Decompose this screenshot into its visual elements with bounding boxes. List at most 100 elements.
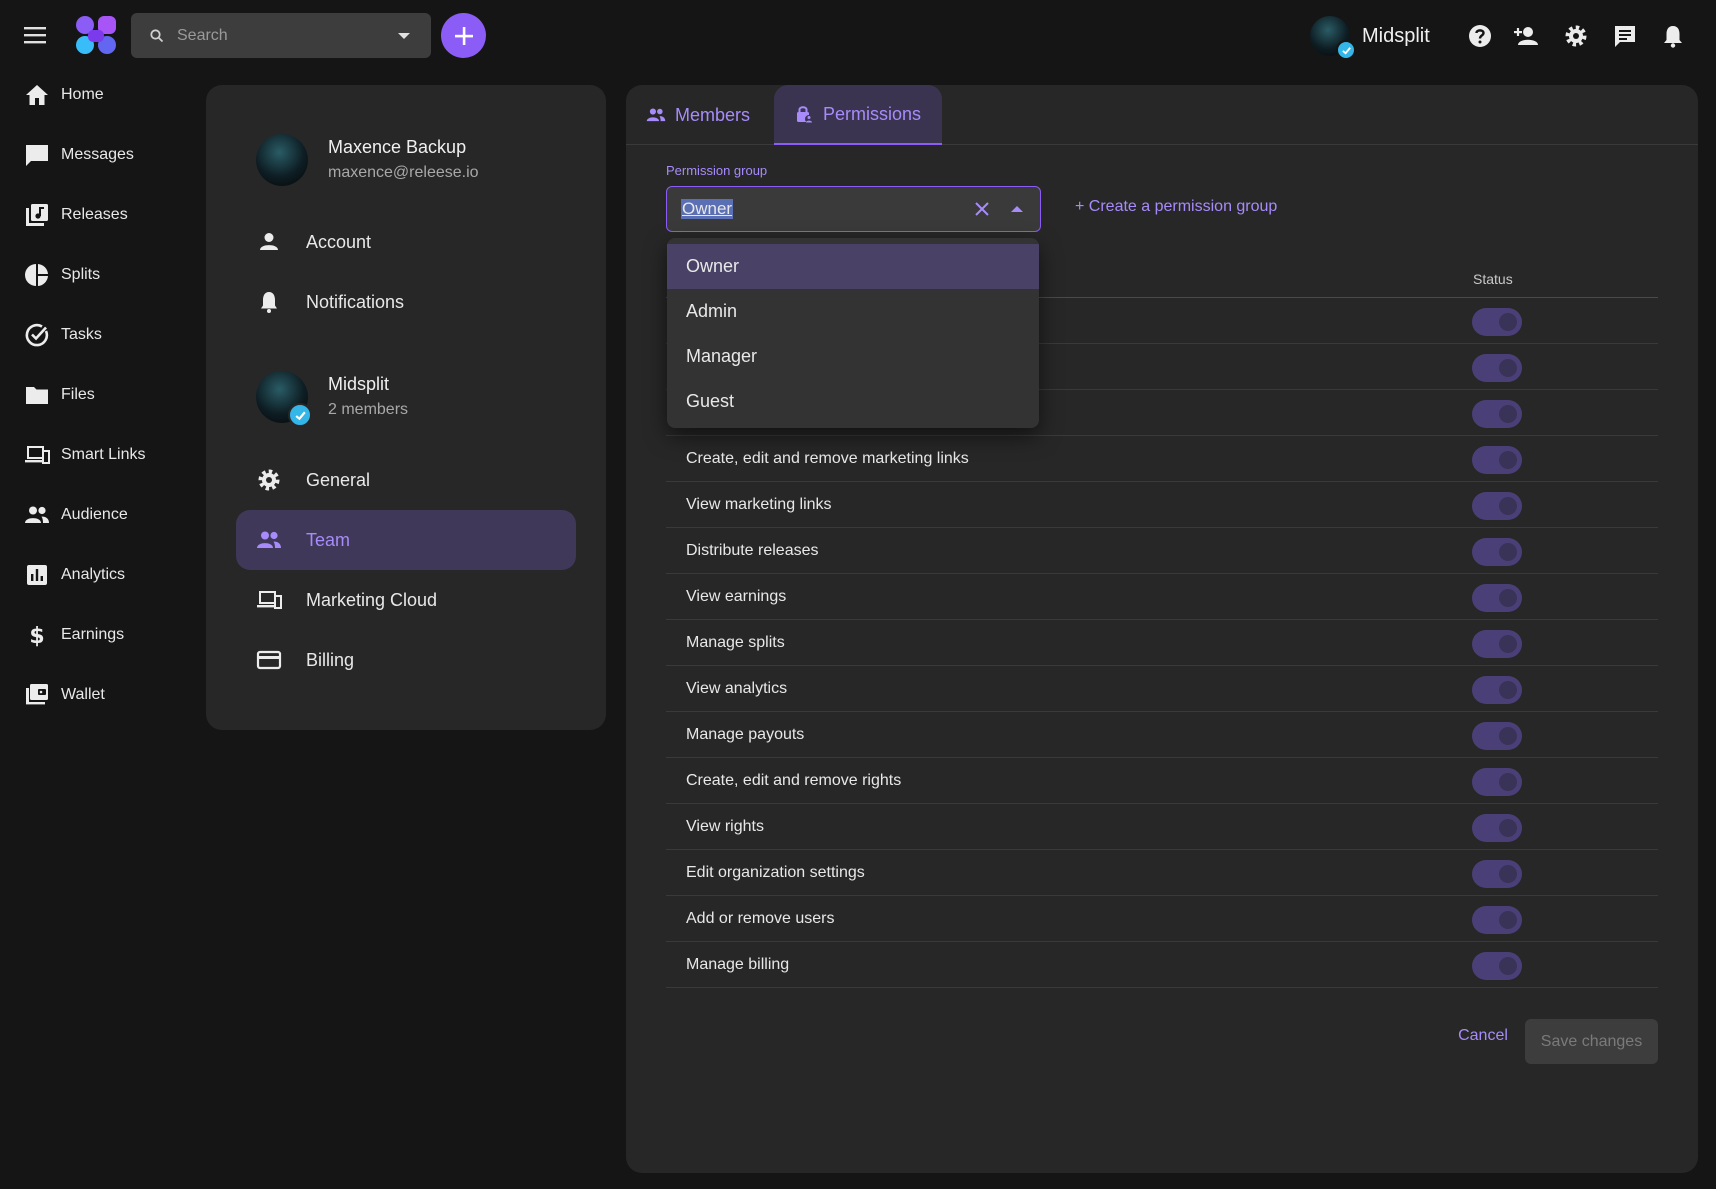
permission-toggle[interactable] [1472,354,1522,382]
nav-label: Messages [61,146,134,163]
bell-icon[interactable] [1660,23,1686,49]
library-music-icon [26,204,48,226]
permission-toggle[interactable] [1472,906,1522,934]
dropdown-option-guest[interactable]: Guest [667,379,1039,424]
settings-item-account[interactable]: Account [236,212,576,272]
table-row: Manage payouts [666,712,1658,758]
permission-label: Edit organization settings [686,864,865,881]
nav-item-wallet[interactable]: Wallet [24,675,194,715]
search-input[interactable]: Search [131,13,431,58]
close-icon[interactable] [972,199,992,219]
permission-toggle[interactable] [1472,446,1522,474]
nav-item-releases[interactable]: Releases [24,195,194,235]
permission-toggle[interactable] [1472,814,1522,842]
plus-icon [454,26,473,45]
permission-label: Create, edit and remove marketing links [686,450,969,467]
tab-members[interactable]: Members [646,85,778,145]
gear-icon [258,469,280,491]
settings-item-billing[interactable]: Billing [236,630,576,690]
settings-item-general[interactable]: General [236,450,576,510]
permission-toggle[interactable] [1472,768,1522,796]
user-email: maxence@releese.io [328,164,479,181]
search-placeholder: Search [177,26,228,44]
permission-toggle[interactable] [1472,952,1522,980]
permission-toggle[interactable] [1472,400,1522,428]
nav-label: Earnings [61,626,125,643]
nav-item-earnings[interactable]: $ Earnings [24,615,194,655]
table-row: View earnings [666,574,1658,620]
table-row: Manage splits [666,620,1658,666]
add-button[interactable] [441,13,486,58]
app-logo[interactable] [74,14,118,56]
permission-group-select[interactable]: Owner [666,186,1041,232]
chat-icon [26,145,48,166]
dropdown-option-owner[interactable]: Owner [667,244,1039,289]
org-profile: Midsplit 2 members [256,371,409,427]
verified-icon [288,403,312,427]
org-name: Midsplit [1362,24,1430,47]
permission-toggle[interactable] [1472,630,1522,658]
nav-item-messages[interactable]: Messages [24,135,194,175]
dropdown-option-admin[interactable]: Admin [667,289,1039,334]
settings-item-team[interactable]: Team [236,510,576,570]
settings-item-marketing-cloud[interactable]: Marketing Cloud [236,570,576,630]
tab-bar: Members Permissions [626,85,1698,145]
permission-toggle[interactable] [1472,538,1522,566]
menu-icon[interactable] [22,22,50,48]
nav-item-smart-links[interactable]: Smart Links [24,435,194,475]
permission-toggle[interactable] [1472,492,1522,520]
nav-item-tasks[interactable]: Tasks [24,315,194,355]
devices-icon [257,591,282,609]
permission-toggle[interactable] [1472,722,1522,750]
permission-toggle[interactable] [1472,676,1522,704]
permission-label: Manage splits [686,634,785,651]
check-circle-icon [25,323,49,347]
table-row: View rights [666,804,1658,850]
top-bar: Search Midsplit [0,0,1716,70]
person-icon [260,233,278,250]
nav-item-files[interactable]: Files [24,375,194,415]
permission-toggle[interactable] [1472,584,1522,612]
nav-label: Analytics [61,566,126,583]
nav-label: Releases [61,206,128,223]
nav-label: Files [61,386,95,403]
bell-icon [261,292,277,313]
permission-group-value[interactable]: Owner [681,199,734,219]
nav-label: Audience [61,506,128,523]
cancel-button[interactable]: Cancel [1448,1018,1518,1054]
table-row: View analytics [666,666,1658,712]
verified-icon [1336,40,1356,60]
gear-icon[interactable] [1563,23,1589,49]
settings-item-notifications[interactable]: Notifications [236,272,576,332]
org-avatar [256,371,312,427]
help-icon[interactable] [1467,23,1493,49]
org-switcher[interactable]: Midsplit [1310,13,1430,60]
nav-item-audience[interactable]: Audience [24,495,194,535]
nav-item-analytics[interactable]: Analytics [24,555,194,595]
permission-label: View analytics [686,680,788,697]
caret-up-icon[interactable] [1008,200,1026,218]
permission-label: View marketing links [686,496,832,513]
create-permission-group-link[interactable]: + Create a permission group [1075,198,1277,216]
permission-toggle[interactable] [1472,860,1522,888]
settings-item-label: Account [306,231,372,252]
tab-permissions[interactable]: Permissions [774,85,942,145]
search-icon [150,28,164,42]
tab-label: Members [675,104,751,125]
caret-down-icon[interactable] [397,29,411,43]
settings-item-label: General [306,469,371,490]
nav-item-splits[interactable]: Splits [24,255,194,295]
add-user-icon[interactable] [1514,23,1540,49]
settings-item-label: Team [306,529,351,550]
org-members-count: 2 members [328,401,409,418]
wallet-icon [26,684,48,705]
nav-item-home[interactable]: Home [24,75,194,115]
permission-label: Distribute releases [686,542,819,559]
chat-icon[interactable] [1612,23,1638,49]
permission-toggle[interactable] [1472,308,1522,336]
people-icon [25,506,49,523]
nav-label: Splits [61,266,101,283]
save-button[interactable]: Save changes [1525,1019,1658,1064]
dropdown-option-manager[interactable]: Manager [667,334,1039,379]
permissions-panel: Members Permissions Permission group Own… [626,85,1698,1173]
